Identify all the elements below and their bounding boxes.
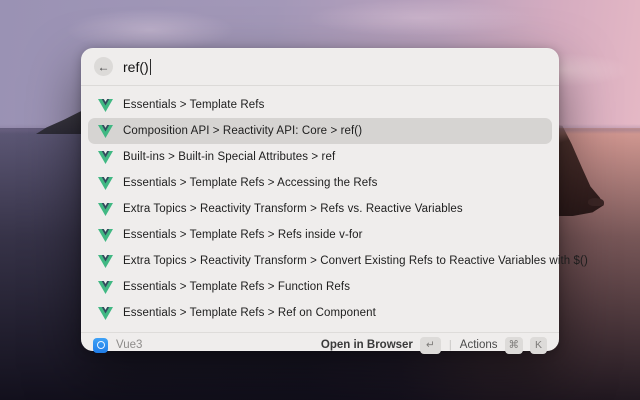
search-results-list: Essentials > Template Refs Composition AP… (81, 86, 588, 332)
result-label: Essentials > Template Refs (123, 99, 265, 111)
result-label: Composition API > Reactivity API: Core >… (123, 125, 363, 137)
extension-name: Vue3 (116, 339, 143, 351)
enter-keycap: ↵ (419, 336, 441, 354)
search-bar: ← ref() (81, 48, 559, 86)
launcher-window: ← ref() Essentials > Template Refs Compos… (81, 48, 588, 354)
result-row[interactable]: Essentials > Template Refs (88, 92, 552, 118)
result-row[interactable]: Essentials > Template Refs > Function Re… (88, 274, 552, 300)
result-label: Extra Topics > Reactivity Transform > Re… (123, 203, 463, 215)
vue-logo-icon (98, 254, 113, 268)
vue-logo-icon (98, 228, 113, 242)
extension-glyph (96, 341, 105, 349)
text-cursor (149, 58, 152, 75)
footer-bar: Vue3 Open in Browser ↵ | Actions ⌘ K (81, 332, 559, 357)
back-button[interactable]: ← (94, 57, 113, 76)
cmd-keycap: ⌘ (504, 336, 523, 354)
open-in-browser-button[interactable]: Open in Browser (321, 339, 413, 351)
footer-divider: | (448, 339, 452, 351)
search-query-text: ref() (123, 58, 149, 75)
result-row[interactable]: Extra Topics > Reactivity Transform > Re… (88, 196, 552, 222)
result-label: Essentials > Template Refs > Function Re… (123, 281, 351, 293)
actions-button[interactable]: Actions (460, 339, 498, 351)
back-arrow-icon: ← (97, 59, 110, 74)
k-keycap: K (530, 336, 547, 354)
result-label: Built-ins > Built-in Special Attributes … (123, 151, 336, 163)
footer-actions: Open in Browser ↵ | Actions ⌘ K (321, 336, 547, 354)
vue3-extension-icon (93, 337, 108, 353)
result-row[interactable]: Extra Topics > Reactivity Transform > Co… (88, 248, 588, 274)
wallpaper-small-rock (588, 198, 604, 206)
search-input[interactable]: ref() (123, 58, 152, 75)
result-label: Essentials > Template Refs > Accessing t… (123, 177, 378, 189)
result-row[interactable]: Essentials > Template Refs > Accessing t… (88, 170, 552, 196)
result-row[interactable]: Composition API > Reactivity API: Core >… (88, 118, 552, 144)
vue-logo-icon (98, 306, 113, 320)
result-row[interactable]: Built-ins > Built-in Special Attributes … (88, 144, 552, 170)
vue-logo-icon (98, 150, 113, 164)
vue-logo-icon (98, 176, 113, 190)
result-row[interactable]: Essentials > Template Refs > Refs inside… (88, 222, 552, 248)
vue-logo-icon (98, 124, 113, 138)
result-row[interactable]: Essentials > Template Refs > Ref on Comp… (88, 300, 552, 326)
result-label: Extra Topics > Reactivity Transform > Co… (123, 255, 588, 267)
vue-logo-icon (98, 98, 113, 112)
vue-logo-icon (98, 280, 113, 294)
result-label: Essentials > Template Refs > Ref on Comp… (123, 307, 376, 319)
vue-logo-icon (98, 202, 113, 216)
result-label: Essentials > Template Refs > Refs inside… (123, 229, 363, 241)
